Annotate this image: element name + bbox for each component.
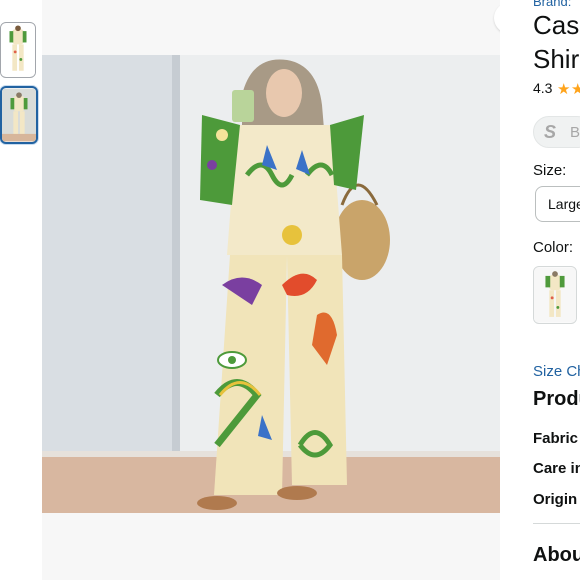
badge-text: B — [570, 124, 580, 141]
size-option-label: Large — [548, 196, 580, 212]
product-title-line-2: Shir — [533, 44, 580, 74]
star-icon: ★ — [557, 81, 571, 98]
product-title-line-1: Casu — [533, 10, 580, 40]
product-photo — [42, 55, 500, 513]
about-heading: Abou — [533, 544, 580, 566]
color-label: Color: — [533, 239, 574, 256]
section-divider — [533, 523, 580, 524]
origin-label: Origin — [533, 491, 578, 508]
color-swatch[interactable] — [533, 266, 577, 324]
outfit-thumbnail-image — [1, 23, 35, 77]
brand-link[interactable]: Brand: — [533, 0, 571, 9]
badge-pill[interactable]: S B — [533, 116, 580, 148]
color-swatch-image — [534, 267, 576, 323]
main-product-image-area[interactable] — [42, 0, 528, 580]
thumbnail-1[interactable] — [0, 22, 36, 78]
thumbnail-2[interactable] — [0, 86, 38, 144]
fabric-label: Fabric — [533, 430, 579, 447]
size-chart-link[interactable]: Size Ch — [533, 363, 580, 380]
badge-logo: S — [544, 122, 557, 142]
product-details-column: Brand: Casu Shir 4.3 ★ ★ S B Size: Large… — [500, 0, 580, 580]
rating-value[interactable]: 4.3 — [533, 80, 552, 96]
star-icon: ★ — [571, 81, 580, 98]
size-label: Size: — [533, 162, 567, 179]
product-details-heading: Produ — [533, 388, 580, 410]
outfit-thumbnail-image — [2, 88, 36, 142]
care-label: Care in — [533, 460, 580, 477]
size-option-large[interactable]: Large — [535, 186, 580, 222]
